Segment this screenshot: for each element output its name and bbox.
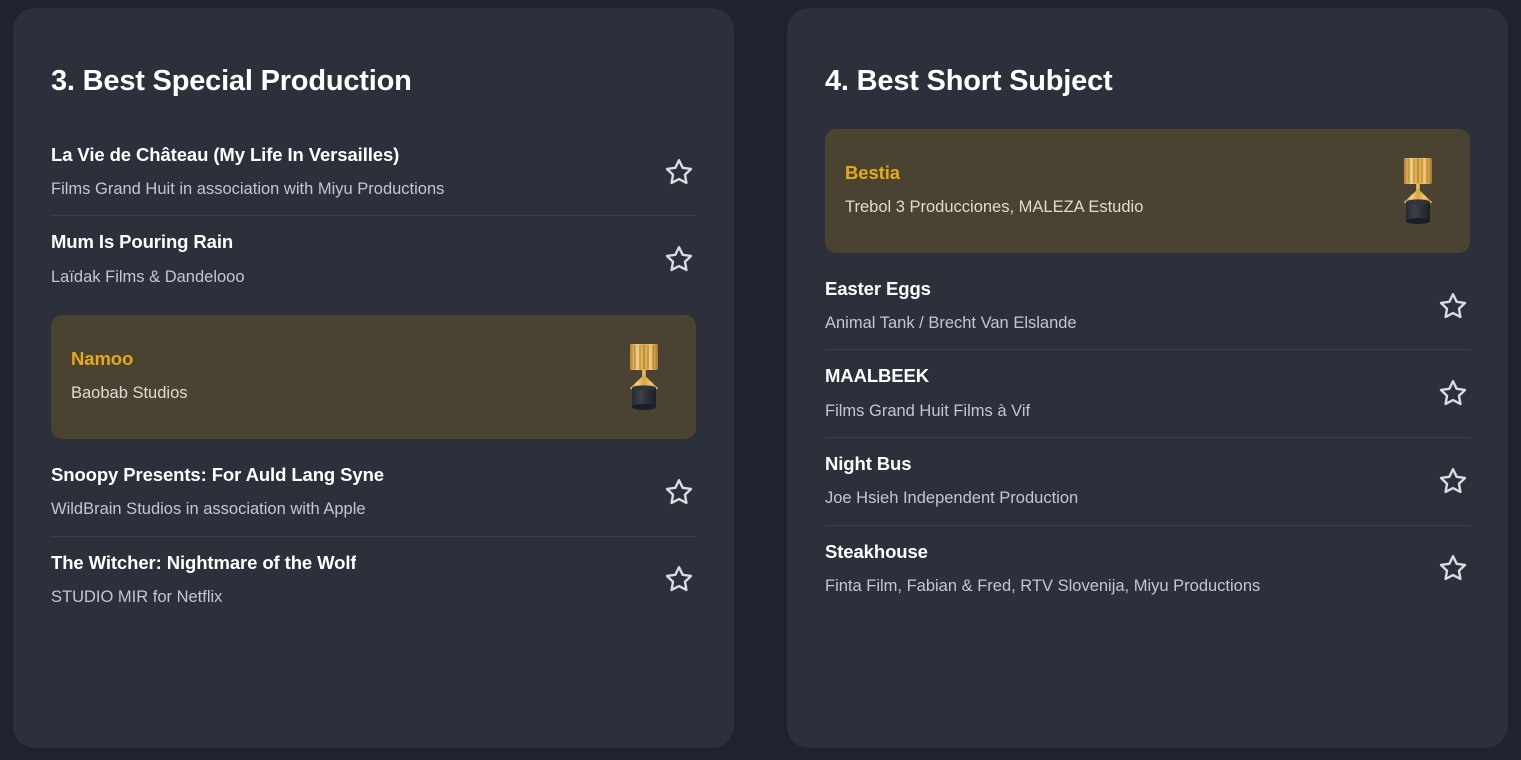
nominee-list: La Vie de Château (My Life In Versailles… [51,129,696,623]
nominee-studio: Films Grand Huit in association with Miy… [51,179,444,200]
category-card-3: 3. Best Special Production La Vie de Châ… [13,8,734,748]
nominee-title: Steakhouse [825,540,1260,563]
nominee-title: La Vie de Château (My Life In Versailles… [51,143,444,166]
nominee-title: Mum Is Pouring Rain [51,230,245,253]
winner-text: Bestia Trebol 3 Producciones, MALEZA Est… [845,161,1143,219]
star-outline-icon[interactable] [1436,551,1470,585]
nominee-studio: Laïdak Films & Dandelooo [51,267,245,288]
nominee-studio: Films Grand Huit Films à Vif [825,401,1030,422]
nominee-studio: WildBrain Studios in association with Ap… [51,499,384,520]
nominee-row[interactable]: Mum Is Pouring Rain Laïdak Films & Dande… [51,216,696,303]
nominee-row[interactable]: Night Bus Joe Hsieh Independent Producti… [825,438,1470,526]
nominee-text: Steakhouse Finta Film, Fabian & Fred, RT… [825,540,1260,598]
nominee-text: La Vie de Château (My Life In Versailles… [51,143,444,201]
winner-text: Namoo Baobab Studios [71,347,188,405]
winner-row[interactable]: Namoo Baobab Studios [51,315,696,439]
nominee-text: MAALBEEK Films Grand Huit Films à Vif [825,364,1030,422]
nominee-studio: Animal Tank / Brecht Van Elslande [825,313,1077,334]
star-outline-icon[interactable] [662,242,696,276]
nominee-row[interactable]: Snoopy Presents: For Auld Lang Syne Wild… [51,449,696,537]
nominee-title: Easter Eggs [825,277,1077,300]
nominee-row[interactable]: Easter Eggs Animal Tank / Brecht Van Els… [825,263,1470,351]
nominee-studio: Joe Hsieh Independent Production [825,488,1078,509]
nominee-row[interactable]: La Vie de Château (My Life In Versailles… [51,129,696,217]
nominee-text: The Witcher: Nightmare of the Wolf STUDI… [51,551,356,609]
winner-title: Namoo [71,347,188,370]
category-card-4: 4. Best Short Subject Bestia Trebol 3 Pr… [787,8,1508,748]
trophy-icon [618,337,670,415]
nominee-title: The Witcher: Nightmare of the Wolf [51,551,356,574]
star-outline-icon[interactable] [662,562,696,596]
nominee-text: Easter Eggs Animal Tank / Brecht Van Els… [825,277,1077,335]
star-outline-icon[interactable] [662,475,696,509]
nominee-list: Bestia Trebol 3 Producciones, MALEZA Est… [825,129,1470,612]
nominee-row[interactable]: Steakhouse Finta Film, Fabian & Fred, RT… [825,526,1470,613]
winner-title: Bestia [845,161,1143,184]
nominee-text: Snoopy Presents: For Auld Lang Syne Wild… [51,463,384,521]
winner-row[interactable]: Bestia Trebol 3 Producciones, MALEZA Est… [825,129,1470,253]
nominee-text: Mum Is Pouring Rain Laïdak Films & Dande… [51,230,245,288]
star-outline-icon[interactable] [662,155,696,189]
nominee-text: Night Bus Joe Hsieh Independent Producti… [825,452,1078,510]
winner-studio: Baobab Studios [71,383,188,404]
nominee-studio: STUDIO MIR for Netflix [51,587,356,608]
category-title: 3. Best Special Production [51,66,696,98]
category-title: 4. Best Short Subject [825,66,1470,98]
nominee-title: Snoopy Presents: For Auld Lang Syne [51,463,384,486]
nominee-row[interactable]: MAALBEEK Films Grand Huit Films à Vif [825,350,1470,438]
awards-board: 3. Best Special Production La Vie de Châ… [0,0,1521,760]
star-outline-icon[interactable] [1436,464,1470,498]
nominee-studio: Finta Film, Fabian & Fred, RTV Slovenija… [825,576,1260,597]
winner-studio: Trebol 3 Producciones, MALEZA Estudio [845,197,1143,218]
nominee-row[interactable]: The Witcher: Nightmare of the Wolf STUDI… [51,537,696,624]
star-outline-icon[interactable] [1436,289,1470,323]
nominee-title: Night Bus [825,452,1078,475]
star-outline-icon[interactable] [1436,376,1470,410]
nominee-title: MAALBEEK [825,364,1030,387]
trophy-icon [1392,151,1444,229]
